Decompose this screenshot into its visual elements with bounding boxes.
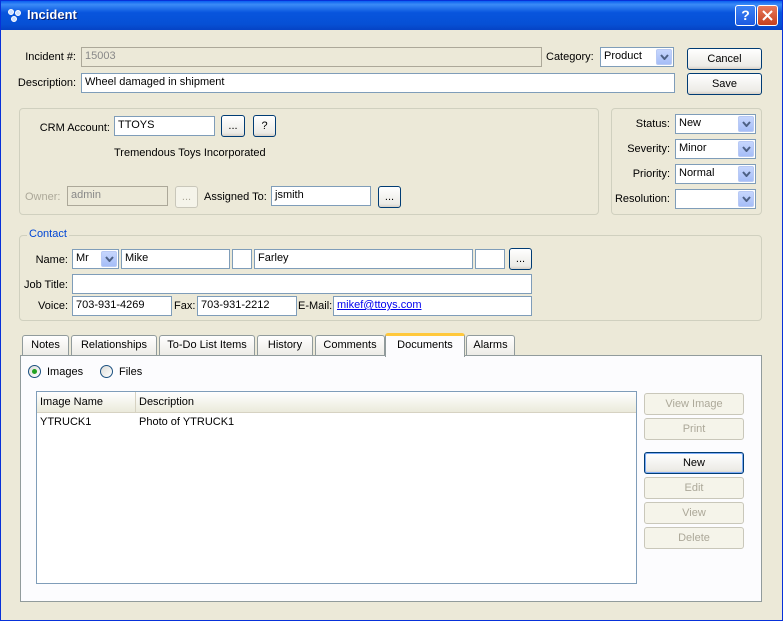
first-name-field[interactable]: Mike bbox=[121, 249, 230, 269]
owner-field: admin bbox=[67, 186, 168, 206]
severity-value: Minor bbox=[679, 142, 707, 154]
tab-notes[interactable]: Notes bbox=[22, 335, 69, 356]
images-list[interactable]: Image Name Description YTRUCK1 Photo of … bbox=[36, 391, 637, 584]
view-button[interactable]: View bbox=[644, 502, 744, 524]
incident-number-field: 15003 bbox=[81, 47, 542, 67]
tab-documents[interactable]: Documents bbox=[385, 333, 465, 357]
question-icon: ? bbox=[741, 7, 750, 23]
crm-account-info-button[interactable]: ? bbox=[253, 115, 276, 137]
chevron-down-icon bbox=[738, 116, 754, 132]
crm-account-lookup-button[interactable]: ... bbox=[221, 115, 245, 137]
tab-alarms[interactable]: Alarms bbox=[466, 335, 515, 356]
contact-group-label: Contact bbox=[27, 228, 69, 240]
tab-todo-list-items[interactable]: To-Do List Items bbox=[159, 335, 255, 356]
images-radio-label[interactable]: Images bbox=[47, 366, 83, 378]
priority-select[interactable]: Normal bbox=[675, 164, 756, 184]
owner-label: Owner: bbox=[25, 191, 61, 203]
crm-account-field[interactable]: TTOYS bbox=[114, 116, 215, 136]
save-button[interactable]: Save bbox=[687, 73, 762, 95]
resolution-select[interactable] bbox=[675, 189, 756, 209]
column-header-image-name[interactable]: Image Name bbox=[37, 392, 136, 412]
app-icon bbox=[8, 9, 21, 22]
chevron-down-icon bbox=[101, 251, 117, 267]
owner-lookup-button[interactable]: ... bbox=[175, 186, 198, 208]
status-value: New bbox=[679, 117, 702, 129]
delete-button[interactable]: Delete bbox=[644, 527, 744, 549]
fax-label: Fax: bbox=[174, 300, 196, 312]
title-bar[interactable]: Incident ? bbox=[1, 1, 782, 30]
window-title: Incident bbox=[27, 7, 77, 22]
view-image-button[interactable]: View Image bbox=[644, 393, 744, 415]
files-radio-label[interactable]: Files bbox=[119, 366, 142, 378]
assigned-to-label: Assigned To: bbox=[204, 191, 267, 203]
row-description: Photo of YTRUCK1 bbox=[139, 416, 235, 428]
category-value: Product bbox=[604, 50, 642, 62]
crm-account-label: CRM Account: bbox=[39, 122, 110, 134]
incident-window: Incident ? Incident #: 15003 Category: P… bbox=[0, 0, 783, 621]
priority-label: Priority: bbox=[632, 168, 670, 180]
severity-select[interactable]: Minor bbox=[675, 139, 756, 159]
job-title-label: Job Title: bbox=[23, 279, 68, 291]
crm-account-name: Tremendous Toys Incorporated bbox=[114, 147, 266, 159]
print-button[interactable]: Print bbox=[644, 418, 744, 440]
chevron-down-icon bbox=[738, 166, 754, 182]
assigned-to-lookup-button[interactable]: ... bbox=[378, 186, 401, 208]
close-icon bbox=[762, 10, 773, 21]
suffix-field[interactable] bbox=[475, 249, 505, 269]
images-radio[interactable] bbox=[28, 365, 41, 378]
priority-value: Normal bbox=[679, 167, 715, 179]
email-field[interactable]: mikef@ttoys.com bbox=[333, 296, 532, 316]
chevron-down-icon bbox=[738, 141, 754, 157]
email-label: E-Mail: bbox=[298, 300, 333, 312]
last-name-field[interactable]: Farley bbox=[254, 249, 473, 269]
files-radio[interactable] bbox=[100, 365, 113, 378]
description-field[interactable]: Wheel damaged in shipment bbox=[81, 73, 675, 93]
status-label: Status: bbox=[635, 118, 670, 130]
fax-field[interactable]: 703-931-2212 bbox=[197, 296, 297, 316]
middle-name-field[interactable] bbox=[232, 249, 252, 269]
contact-lookup-button[interactable]: ... bbox=[509, 248, 532, 270]
category-select[interactable]: Product bbox=[600, 47, 674, 67]
list-header: Image Name Description bbox=[37, 392, 636, 413]
status-select[interactable]: New bbox=[675, 114, 756, 134]
category-label: Category: bbox=[546, 51, 594, 63]
edit-button[interactable]: Edit bbox=[644, 477, 744, 499]
voice-label: Voice: bbox=[38, 300, 68, 312]
column-header-description[interactable]: Description bbox=[136, 392, 636, 412]
tab-relationships[interactable]: Relationships bbox=[71, 335, 157, 356]
resolution-label: Resolution: bbox=[614, 193, 670, 205]
help-button[interactable]: ? bbox=[735, 5, 756, 26]
incident-number-label: Incident #: bbox=[25, 51, 76, 63]
chevron-down-icon bbox=[656, 49, 672, 65]
tab-history[interactable]: History bbox=[257, 335, 313, 356]
row-image-name: YTRUCK1 bbox=[40, 416, 92, 428]
name-label: Name: bbox=[35, 254, 68, 266]
cancel-button[interactable]: Cancel bbox=[687, 48, 762, 70]
table-row[interactable]: YTRUCK1 Photo of YTRUCK1 bbox=[37, 414, 636, 430]
close-button[interactable] bbox=[757, 5, 778, 26]
radio-selected-dot bbox=[32, 369, 37, 374]
voice-field[interactable]: 703-931-4269 bbox=[72, 296, 172, 316]
severity-label: Severity: bbox=[627, 143, 670, 155]
description-label: Description: bbox=[17, 77, 76, 89]
job-title-field[interactable] bbox=[72, 274, 532, 294]
new-button[interactable]: New bbox=[644, 452, 744, 474]
honorific-value: Mr bbox=[76, 252, 89, 264]
honorific-select[interactable]: Mr bbox=[72, 249, 119, 269]
email-link[interactable]: mikef@ttoys.com bbox=[337, 299, 422, 311]
assigned-to-field[interactable]: jsmith bbox=[271, 186, 371, 206]
chevron-down-icon bbox=[738, 191, 754, 207]
tab-comments[interactable]: Comments bbox=[315, 335, 385, 356]
